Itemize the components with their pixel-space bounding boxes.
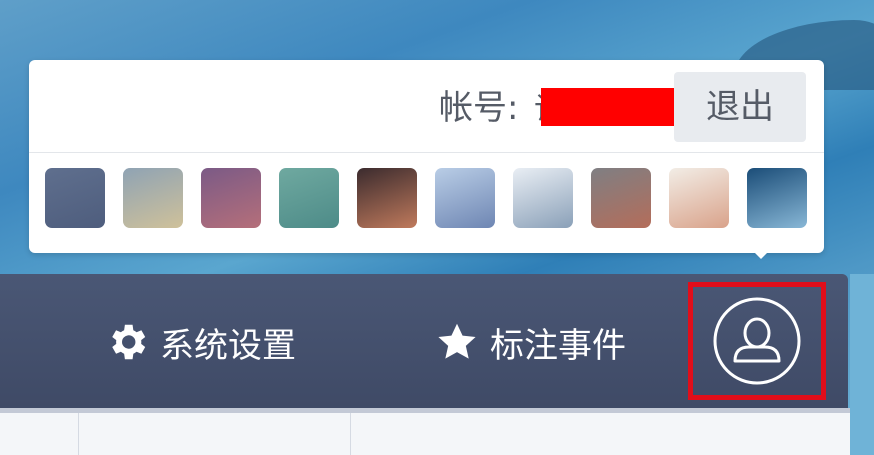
top-navigation-bar: 系统设置 标注事件	[0, 274, 848, 408]
table-header-strip	[0, 408, 850, 455]
theme-swatch-slate-blue[interactable]	[45, 168, 105, 228]
nav-item-system-settings[interactable]: 系统设置	[104, 314, 296, 370]
logout-button[interactable]: 退出	[674, 72, 806, 142]
theme-swatch-flower-photo[interactable]	[669, 168, 729, 228]
star-icon	[438, 323, 476, 359]
account-label: 帐号:	[439, 88, 519, 128]
theme-swatch-row	[45, 168, 815, 230]
column-divider	[78, 413, 79, 455]
background-edge	[850, 274, 874, 455]
theme-swatch-snow-photo[interactable]	[513, 168, 573, 228]
theme-swatch-plum-dusk[interactable]	[201, 168, 261, 228]
theme-swatch-cloud-photo[interactable]	[591, 168, 651, 228]
gear-icon	[112, 324, 146, 360]
account-dropdown-panel: 帐号: 记 退出	[29, 60, 824, 253]
redaction-bar	[541, 88, 675, 126]
nav-item-bookmark-events[interactable]: 标注事件	[434, 314, 626, 370]
column-divider	[350, 413, 351, 455]
dropdown-pointer	[752, 250, 770, 259]
account-row: 帐号: 记 退出	[29, 60, 824, 153]
theme-swatch-sunset-photo[interactable]	[357, 168, 417, 228]
user-icon	[713, 297, 801, 385]
theme-swatch-ocean-photo[interactable]	[747, 168, 807, 228]
theme-swatch-sky-photo[interactable]	[435, 168, 495, 228]
user-account-button[interactable]	[688, 282, 826, 400]
nav-label-system-settings: 系统设置	[160, 325, 296, 366]
desktop-background: 帐号: 记 退出 系统设置 标注事件	[0, 0, 874, 455]
theme-swatch-sand-mist[interactable]	[123, 168, 183, 228]
theme-swatch-teal-haze[interactable]	[279, 168, 339, 228]
nav-label-bookmark-events: 标注事件	[490, 325, 626, 366]
